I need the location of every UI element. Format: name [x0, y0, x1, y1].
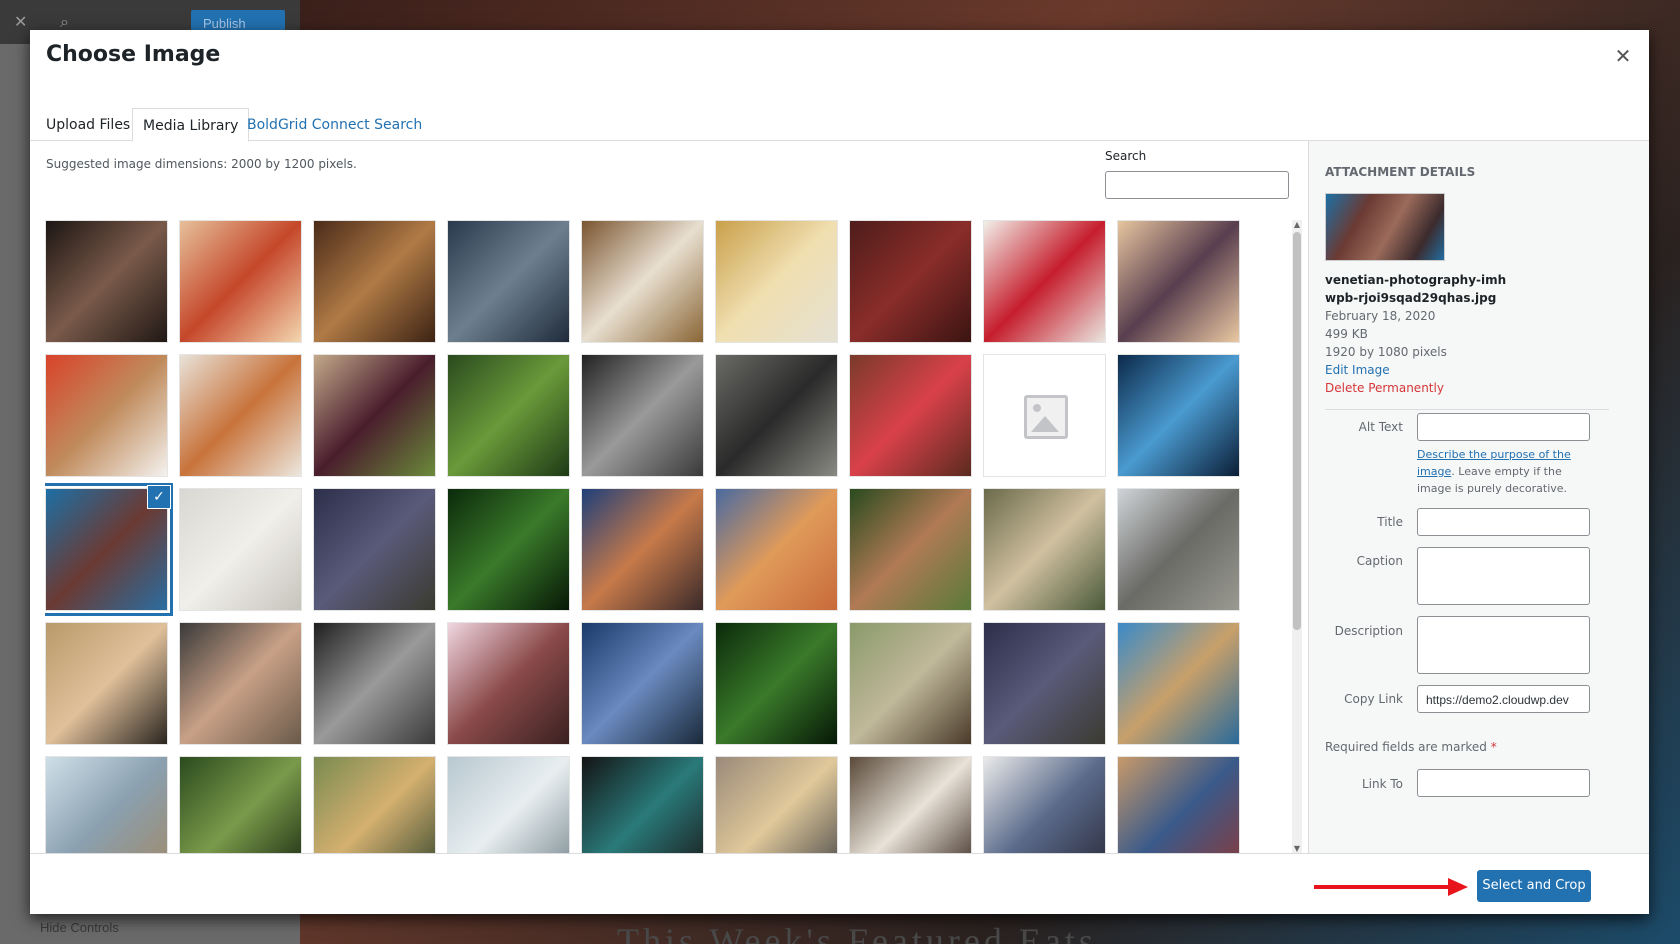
attachment-pizza[interactable]	[179, 220, 302, 343]
attachment-green-beans[interactable]	[447, 354, 570, 477]
attachment-photographer[interactable]	[581, 756, 704, 853]
attachment-no-image[interactable]	[983, 354, 1106, 477]
attachment-kitchen-counter[interactable]	[581, 354, 704, 477]
attachment-city-light-trails[interactable]	[1117, 354, 1240, 477]
attachment-curry-pot[interactable]	[179, 354, 302, 477]
scroll-thumb[interactable]	[1293, 232, 1301, 630]
attachment-grass-mountains[interactable]	[45, 756, 168, 853]
caption-field[interactable]	[1417, 547, 1590, 605]
attachment-girls-walking[interactable]	[1117, 488, 1240, 611]
red-arrow-annotation	[1314, 878, 1468, 896]
modal-tabs: Upload Files Media Library BoldGrid Conn…	[30, 78, 1649, 142]
attachment-coast-cliff[interactable]	[1117, 622, 1240, 745]
attachment-glacier[interactable]	[447, 756, 570, 853]
attachment-typewriter[interactable]	[849, 756, 972, 853]
attachment-woman-portrait[interactable]	[179, 622, 302, 745]
edit-image-link[interactable]: Edit Image	[1325, 361, 1625, 379]
attachment-woman-sunset[interactable]	[447, 622, 570, 745]
required-fields-note: Required fields are marked *	[1325, 740, 1497, 754]
attachment-chef-kitchen[interactable]	[715, 354, 838, 477]
attachment-restaurant-street[interactable]	[849, 354, 972, 477]
title-label: Title	[1377, 515, 1403, 529]
attachment-salad-bowl[interactable]	[1117, 220, 1240, 343]
modal-title: Choose Image	[46, 42, 221, 67]
choose-image-modal: Choose Image ✕ Upload Files Media Librar…	[30, 30, 1649, 914]
caption-label: Caption	[1356, 554, 1403, 568]
attachment-dimensions: 1920 by 1080 pixels	[1325, 345, 1447, 359]
attachment-lantern-child[interactable]	[715, 488, 838, 611]
delete-permanently-link[interactable]: Delete Permanently	[1325, 379, 1625, 397]
attachment-coffee-cup[interactable]	[45, 354, 168, 477]
tab-upload-files[interactable]: Upload Files	[36, 108, 140, 142]
search-input[interactable]	[1105, 171, 1289, 199]
hide-controls: Hide Controls	[0, 912, 300, 944]
selected-checkmark-icon[interactable]: ✓	[147, 485, 171, 509]
attachment-mountain-sunset[interactable]	[313, 756, 436, 853]
copy-link-field[interactable]: https://demo2.cloudwp.dev	[1417, 685, 1590, 713]
attachment-info: venetian-photography-imhwpb-rjoi9sqad29q…	[1325, 271, 1625, 397]
attachment-sandwich[interactable]	[313, 220, 436, 343]
attachment-preview-thumb	[1325, 193, 1445, 261]
modal-footer: Select and Crop	[30, 853, 1649, 914]
required-star: *	[1490, 740, 1497, 754]
attachment-filename: venetian-photography-imhwpb-rjoi9sqad29q…	[1325, 273, 1507, 305]
attachment-fern-dark-2[interactable]	[715, 622, 838, 745]
attachment-feet-bw[interactable]	[313, 622, 436, 745]
attachment-girl-autumn[interactable]	[581, 488, 704, 611]
attachment-details-sidebar: Attachment Details venetian-photography-…	[1308, 141, 1649, 853]
attachment-couple-car[interactable]	[849, 622, 972, 745]
attachment-jam-jars[interactable]	[849, 220, 972, 343]
attachments-grid: ✓	[45, 220, 1295, 853]
divider	[1325, 409, 1609, 410]
attachment-spaghetti[interactable]	[581, 220, 704, 343]
close-icon: ✕	[14, 12, 28, 31]
alt-text-field[interactable]	[1417, 413, 1590, 441]
search-label: Search	[1105, 149, 1147, 163]
scroll-up-icon[interactable]: ▲	[1292, 220, 1302, 230]
attachment-magazine-stack[interactable]	[983, 756, 1106, 853]
image-placeholder-icon	[1024, 395, 1068, 439]
attachment-sunrise-peaks[interactable]	[715, 756, 838, 853]
attachment-woman-sitting[interactable]	[983, 488, 1106, 611]
preview-footer-text: This Week's Featured Eats	[617, 921, 1097, 944]
attachment-pasta-rice[interactable]	[715, 220, 838, 343]
attachment-wedding-bouquet[interactable]	[179, 488, 302, 611]
description-label: Description	[1334, 624, 1403, 638]
link-to-label: Link To	[1361, 777, 1403, 791]
link-to-select[interactable]	[1417, 769, 1590, 797]
attachment-woman-leaves[interactable]	[849, 488, 972, 611]
attachment-friends-eating-popcorn[interactable]	[45, 220, 168, 343]
attachment-size: 499 KB	[1325, 327, 1368, 341]
suggested-dimensions: Suggested image dimensions: 2000 by 1200…	[46, 157, 357, 171]
tab-media-library[interactable]: Media Library	[132, 108, 250, 142]
attachment-forest-trunks[interactable]	[179, 756, 302, 853]
attachment-night-landscape[interactable]	[313, 488, 436, 611]
description-field[interactable]	[1417, 616, 1590, 674]
alt-text-description: Describe the purpose of the image. Leave…	[1417, 446, 1597, 497]
attachment-details-heading: Attachment Details	[1325, 165, 1476, 179]
select-and-crop-button[interactable]: Select and Crop	[1477, 870, 1591, 902]
attachment-sandwich-dark[interactable]	[447, 220, 570, 343]
required-text: Required fields are marked	[1325, 740, 1487, 754]
attachment-young-man[interactable]	[45, 622, 168, 745]
search-icon: ⌕	[60, 12, 69, 31]
attachment-raspberries[interactable]	[983, 220, 1106, 343]
attachment-venetian-photography[interactable]: ✓	[45, 485, 171, 611]
title-field[interactable]	[1417, 508, 1590, 536]
attachment-onion-pepper[interactable]	[313, 354, 436, 477]
grid-scrollbar[interactable]: ▲ ▼	[1292, 220, 1302, 854]
copy-link-label: Copy Link	[1344, 692, 1403, 706]
attachment-night-landscape-2[interactable]	[983, 622, 1106, 745]
attachment-bookshelf[interactable]	[1117, 756, 1240, 853]
tab-boldgrid-connect-search[interactable]: BoldGrid Connect Search	[237, 108, 432, 142]
attachment-city-night[interactable]	[581, 622, 704, 745]
close-icon[interactable]: ✕	[1611, 44, 1635, 68]
media-library-content: Suggested image dimensions: 2000 by 1200…	[30, 141, 1308, 854]
attachment-fern-dark[interactable]	[447, 488, 570, 611]
alt-text-label: Alt Text	[1358, 420, 1403, 434]
attachment-date: February 18, 2020	[1325, 309, 1436, 323]
